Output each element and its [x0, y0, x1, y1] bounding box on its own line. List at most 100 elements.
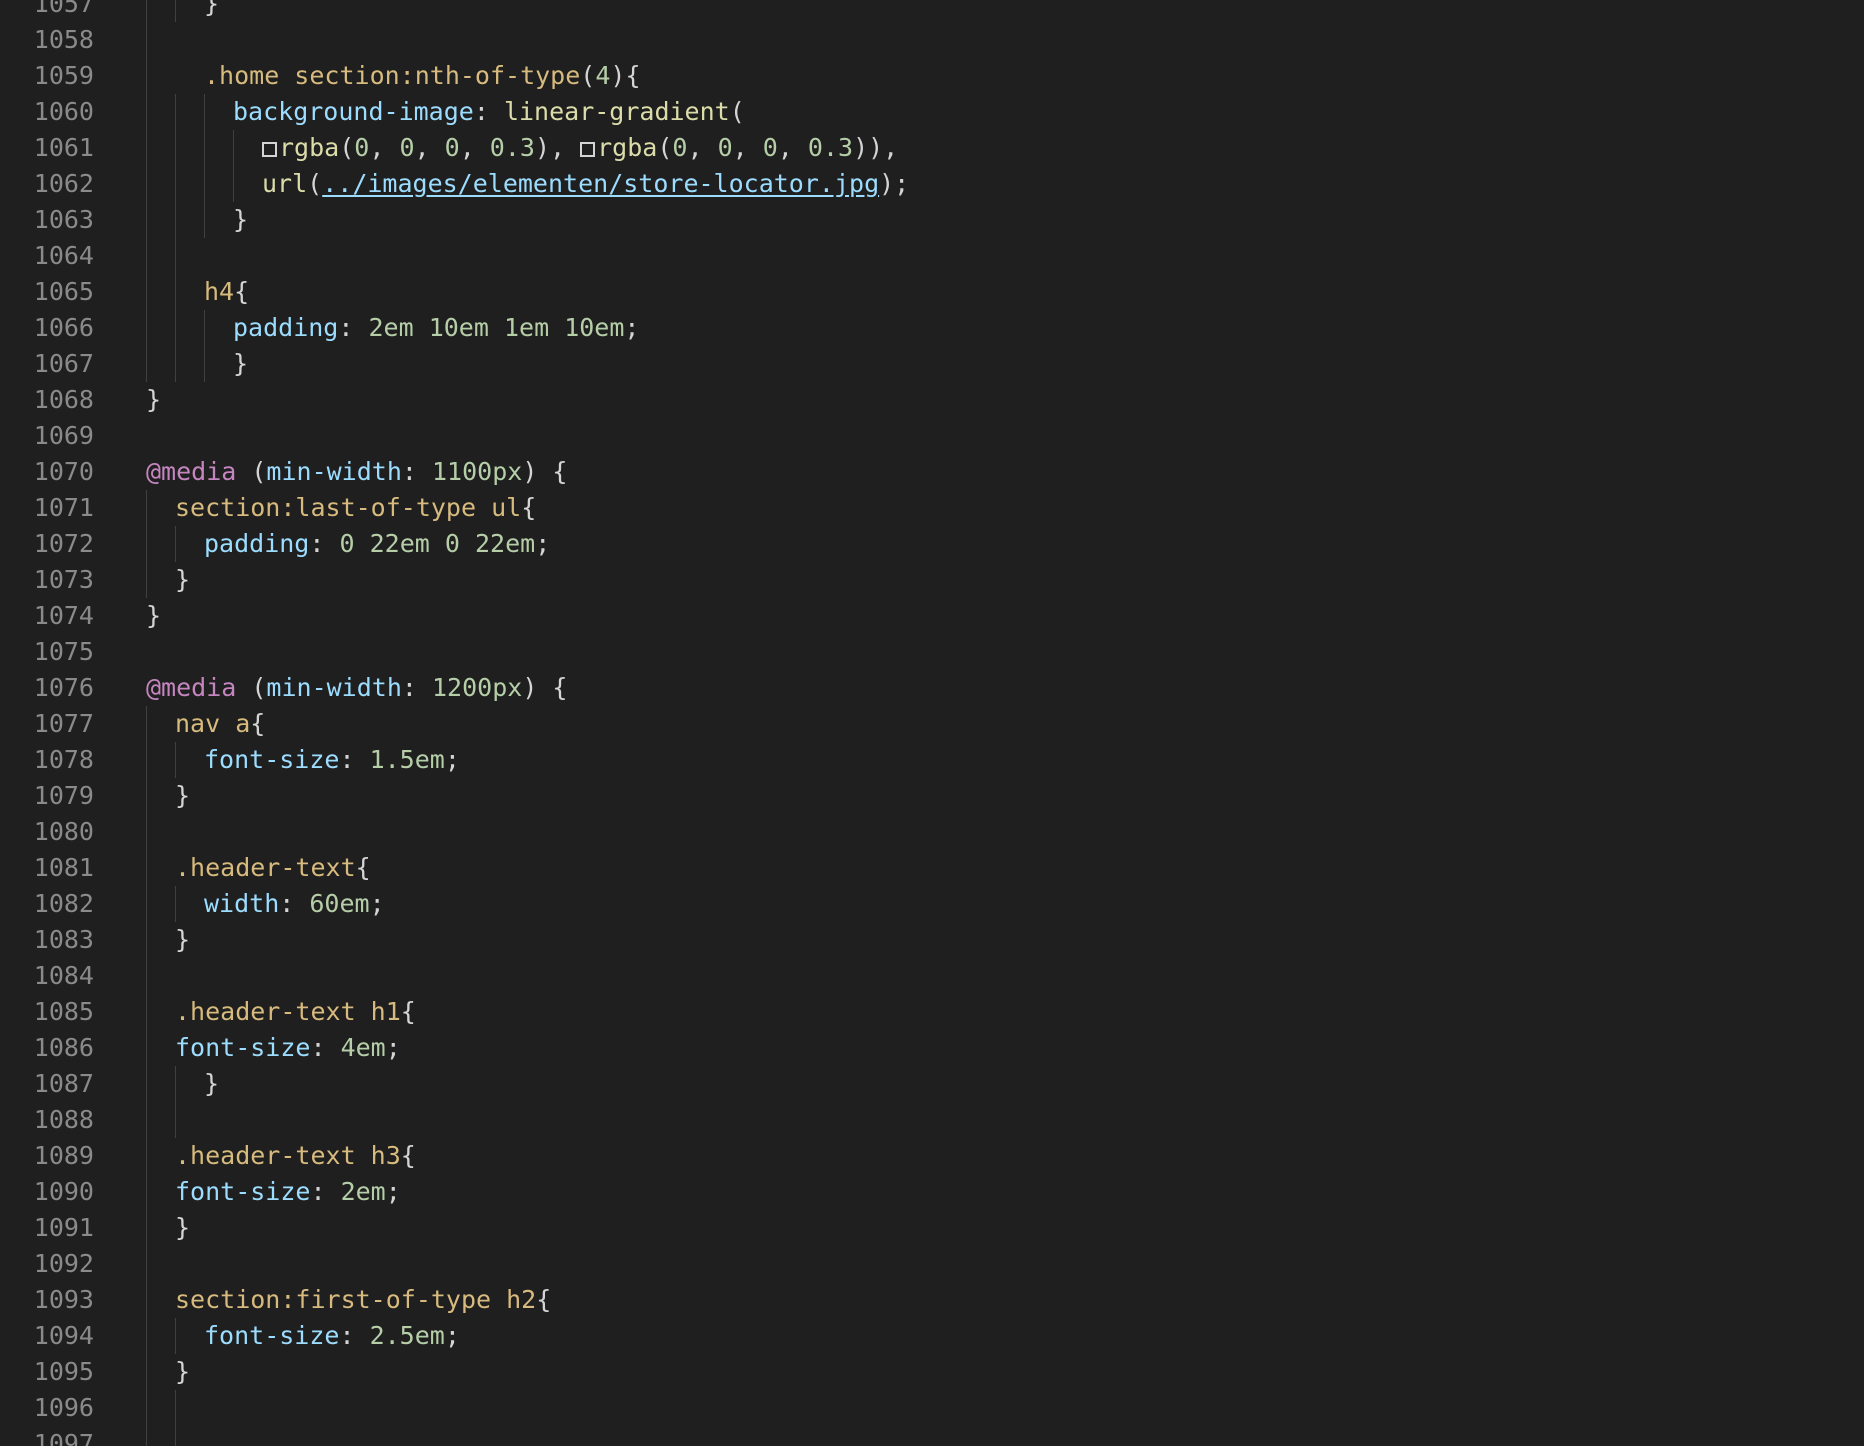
code-token: min-width [266, 673, 402, 702]
code-line[interactable]: 1058 [0, 22, 1860, 58]
code-token: ( [339, 133, 355, 162]
code-line[interactable]: 1097 [0, 1426, 1860, 1446]
code-line[interactable]: 1060 background-image: linear-gradient( [0, 94, 1860, 130]
code-token: ; [385, 1177, 401, 1206]
code-line[interactable]: 1085 .header-text h1{ [0, 994, 1860, 1030]
code-token: ); [879, 169, 910, 198]
code-line[interactable]: 1074} [0, 598, 1860, 634]
line-number: 1082 [33, 889, 94, 918]
code-line[interactable]: 1086 font-size: 4em; [0, 1030, 1860, 1066]
code-line[interactable]: 1087} [0, 1066, 1860, 1102]
code-line[interactable]: 1063} [0, 202, 1860, 238]
code-line[interactable]: 1084 [0, 958, 1860, 994]
code-token: 1100px [432, 457, 523, 486]
line-code: } [175, 1354, 190, 1390]
code-line[interactable]: 1059 .home section:nth-of-type(4){ [0, 58, 1860, 94]
code-line[interactable]: 1092 [0, 1246, 1860, 1282]
indent-guide [146, 58, 147, 94]
line-number: 1068 [33, 385, 94, 414]
code-line[interactable]: 1062 url(../images/elementen/store-locato… [0, 166, 1860, 202]
code-token: : [309, 529, 340, 558]
code-token: 4em [340, 1033, 386, 1062]
code-line[interactable]: 1089 .header-text h3{ [0, 1138, 1860, 1174]
code-token: padding [204, 529, 310, 558]
code-token: ), [534, 133, 581, 162]
code-token: .header-text h1 [175, 997, 401, 1026]
code-line[interactable]: 1076 @media (min-width: 1200px) { [0, 670, 1860, 706]
line-number: 1073 [33, 565, 94, 594]
code-line[interactable]: 1064 [0, 238, 1860, 274]
code-token: url [262, 169, 308, 198]
code-token: 0.3 [489, 133, 535, 162]
code-token: : [310, 1033, 341, 1062]
code-line[interactable]: 1080 [0, 814, 1860, 850]
line-number: 1066 [33, 313, 94, 342]
line-number: 1058 [33, 25, 94, 54]
code-token: :last-of-type [280, 493, 477, 522]
indent-guide [146, 1426, 147, 1446]
code-line[interactable]: 1091} [0, 1210, 1860, 1246]
line-code: } [233, 202, 248, 238]
code-line[interactable]: 1068} [0, 382, 1860, 418]
code-line[interactable]: 1094 font-size: 2.5em; [0, 1318, 1860, 1354]
code-line[interactable]: 1081 .header-text{ [0, 850, 1860, 886]
code-token: section [175, 1285, 281, 1314]
color-swatch-icon[interactable] [580, 142, 596, 157]
indent-guide [146, 778, 147, 814]
code-line[interactable]: 1065 h4{ [0, 274, 1860, 310]
code-token: 22em [475, 529, 536, 558]
code-line[interactable]: 1057} [0, 0, 1860, 22]
code-token: ( [236, 673, 267, 702]
code-line[interactable]: 1096 [0, 1390, 1860, 1426]
code-token: , [459, 133, 490, 162]
line-code: } [175, 1210, 190, 1246]
line-number: 1093 [33, 1285, 94, 1314]
line-number: 1080 [33, 817, 94, 846]
line-code: } [175, 778, 190, 814]
code-line[interactable]: 1090 font-size: 2em; [0, 1174, 1860, 1210]
code-line[interactable]: 1070 @media (min-width: 1100px) { [0, 454, 1860, 490]
code-line[interactable]: 1079} [0, 778, 1860, 814]
code-line[interactable]: 1066 padding: 2em 10em 1em 10em; [0, 310, 1860, 346]
code-line[interactable]: 1093 section:first-of-type h2{ [0, 1282, 1860, 1318]
code-token: 0 [672, 133, 688, 162]
line-number: 1062 [33, 169, 94, 198]
code-token: ; [444, 745, 460, 774]
code-token: h4 [204, 277, 235, 306]
code-line[interactable]: 1083} [0, 922, 1860, 958]
code-token: ul [476, 493, 522, 522]
code-lines[interactable]: 1057} 1058 1059 .home section:nth-of-type(4… [0, 0, 1860, 1446]
indent-guide [146, 1390, 147, 1426]
code-line[interactable]: 1088 [0, 1102, 1860, 1138]
code-line[interactable]: 1071 section:last-of-type ul{ [0, 490, 1860, 526]
code-token: 1.5em [369, 745, 445, 774]
code-token: 2.5em [369, 1321, 445, 1350]
code-token[interactable]: ../images/elementen/store-locator.jpg [322, 169, 879, 198]
indent-guide [146, 130, 147, 166]
code-line[interactable]: 1067} [0, 346, 1860, 382]
code-token: ; [385, 1033, 401, 1062]
line-number: 1088 [33, 1105, 94, 1134]
code-line[interactable]: 1061 rgba(0, 0, 0, 0.3), rgba(0, 0, 0, 0.… [0, 130, 1860, 166]
code-editor[interactable]: 1057} 1058 1059 .home section:nth-of-type(4… [0, 0, 1864, 1446]
code-line[interactable]: 1082 width: 60em; [0, 886, 1860, 922]
indent-guide [204, 310, 205, 346]
color-swatch-icon[interactable] [262, 142, 277, 157]
line-code: } [146, 382, 161, 418]
code-line[interactable]: 1069 [0, 418, 1860, 454]
code-line[interactable]: 1073} [0, 562, 1860, 598]
code-token: : [473, 97, 504, 126]
code-line[interactable]: 1075 [0, 634, 1860, 670]
indent-guide [175, 310, 176, 346]
code-line[interactable]: 1072 padding: 0 22em 0 22em; [0, 526, 1860, 562]
code-line[interactable]: 1077 nav a{ [0, 706, 1860, 742]
indent-guide [204, 202, 205, 238]
indent-guide [146, 886, 147, 922]
line-code: font-size: 4em; [175, 1030, 401, 1066]
indent-guide [146, 1282, 147, 1318]
code-line[interactable]: 1095} [0, 1354, 1860, 1390]
code-line[interactable]: 1078 font-size: 1.5em; [0, 742, 1860, 778]
